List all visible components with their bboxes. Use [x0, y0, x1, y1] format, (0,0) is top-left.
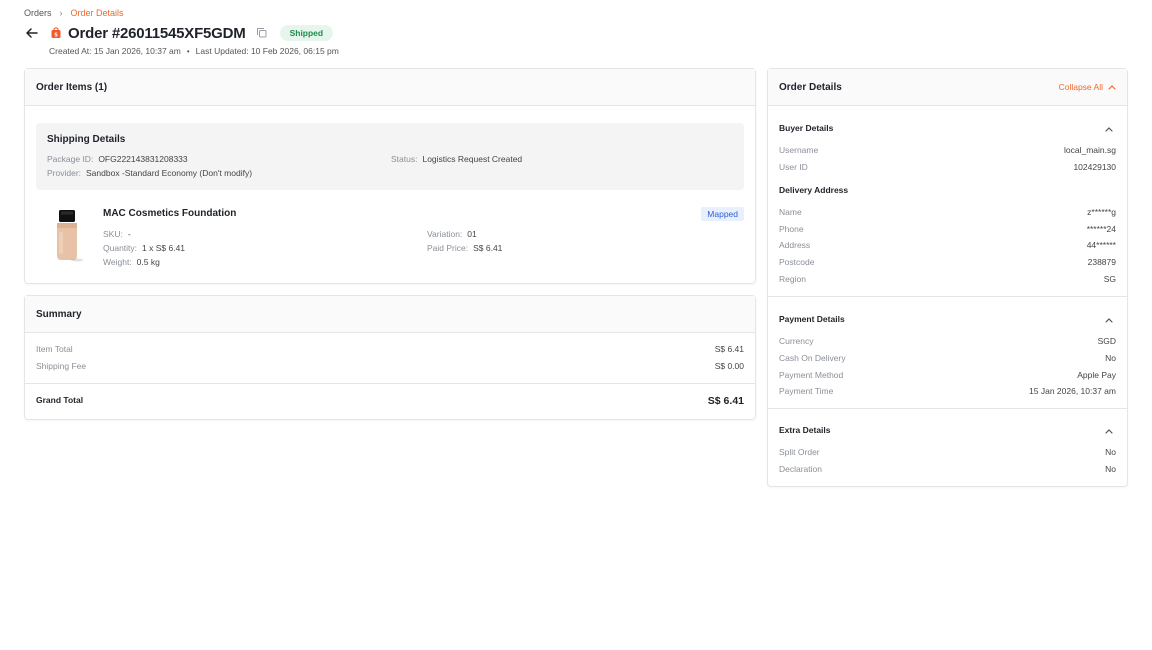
order-details-header: Order Details Collapse All	[768, 69, 1127, 106]
postcode-row: Postcode 238879	[779, 257, 1116, 267]
order-items-header: Order Items (1)	[25, 69, 755, 106]
extra-details-title: Extra Details	[779, 425, 831, 435]
collapse-all-button[interactable]: Collapse All	[1059, 82, 1116, 92]
chevron-right-icon: ›	[59, 8, 63, 18]
copy-icon[interactable]	[256, 27, 268, 39]
created-at: Created At: 15 Jan 2026, 10:37 am	[49, 46, 181, 56]
shop-bag-icon: S	[50, 27, 62, 39]
section-divider	[768, 408, 1127, 409]
product-sku: SKU: -	[103, 229, 131, 239]
buyer-details-title: Buyer Details	[779, 123, 834, 133]
chevron-up-icon	[1108, 85, 1116, 90]
shipping-details-box: Shipping Details Package ID: OFG222143831…	[36, 123, 744, 190]
payment-method-row: Payment Method Apple Pay	[779, 370, 1116, 380]
separator-dot: •	[186, 46, 190, 56]
summary-header: Summary	[25, 296, 755, 333]
cod-row: Cash On Delivery No	[779, 353, 1116, 363]
product-item: MAC Cosmetics Foundation Mapped SKU: - Qu…	[36, 203, 744, 273]
userid-row: User ID 102429130	[779, 162, 1116, 172]
declaration-row: Declaration No	[779, 464, 1116, 474]
last-updated: Last Updated: 10 Feb 2026, 06:15 pm	[195, 46, 339, 56]
split-order-row: Split Order No	[779, 447, 1116, 457]
order-details-card: Order Details Collapse All Buyer Details…	[767, 68, 1128, 487]
shipping-provider: Provider: Sandbox -Standard Economy (Don'…	[47, 168, 253, 178]
product-image	[50, 210, 86, 262]
svg-text:S: S	[54, 33, 58, 39]
shipping-fee-row: Shipping Fee S$ 0.00	[36, 361, 744, 371]
breadcrumb-current: Order Details	[70, 8, 124, 18]
region-row: Region SG	[779, 274, 1116, 284]
order-items-title: Order Items (1)	[36, 81, 108, 93]
address-row: Address 44******	[779, 240, 1116, 250]
order-meta: Created At: 15 Jan 2026, 10:37 am • Last…	[49, 46, 339, 56]
status-badge: Shipped	[279, 25, 334, 41]
payment-details-title: Payment Details	[779, 314, 845, 324]
item-total-row: Item Total S$ 6.41	[36, 344, 744, 354]
delivery-address-title: Delivery Address	[779, 185, 849, 195]
payment-time-row: Payment Time 15 Jan 2026, 10:37 am	[779, 386, 1116, 396]
product-quantity: Quantity: 1 x S$ 6.41	[103, 243, 186, 253]
breadcrumb-orders-link[interactable]: Orders	[24, 8, 52, 18]
summary-divider	[25, 383, 755, 384]
order-details-title: Order Details	[779, 81, 842, 93]
username-row: Username local_main.sg	[779, 145, 1116, 155]
mapped-badge: Mapped	[701, 207, 744, 221]
shipping-status: Status: Logistics Request Created	[391, 154, 523, 164]
breadcrumb: Orders › Order Details	[24, 8, 124, 18]
product-weight: Weight: 0.5 kg	[103, 257, 160, 267]
section-divider	[768, 296, 1127, 297]
package-id: Package ID: OFG222143831208333	[47, 154, 188, 164]
payment-chevron-up-icon[interactable]	[1105, 315, 1115, 325]
back-arrow-icon[interactable]	[24, 25, 40, 41]
grand-total-value: S$ 6.41	[707, 395, 744, 407]
extra-chevron-up-icon[interactable]	[1105, 426, 1115, 436]
shipping-details-title: Shipping Details	[47, 134, 126, 145]
currency-row: Currency SGD	[779, 336, 1116, 346]
name-row: Name z******g	[779, 207, 1116, 217]
order-items-card: Order Items (1) Shipping Details Package…	[24, 68, 756, 284]
page-title: Order #26011545XF5GDM	[68, 24, 246, 42]
product-name[interactable]: MAC Cosmetics Foundation	[103, 208, 236, 219]
phone-row: Phone ******24	[779, 224, 1116, 234]
product-variation: Variation: 01	[427, 229, 477, 239]
buyer-chevron-up-icon[interactable]	[1105, 124, 1115, 134]
grand-total-label: Grand Total	[36, 395, 84, 405]
product-paid-price: Paid Price: S$ 6.41	[427, 243, 503, 253]
page-header: S Order #26011545XF5GDM Shipped	[24, 24, 334, 42]
summary-card: Summary Item Total S$ 6.41 Shipping Fee …	[24, 295, 756, 420]
summary-title: Summary	[36, 308, 82, 320]
